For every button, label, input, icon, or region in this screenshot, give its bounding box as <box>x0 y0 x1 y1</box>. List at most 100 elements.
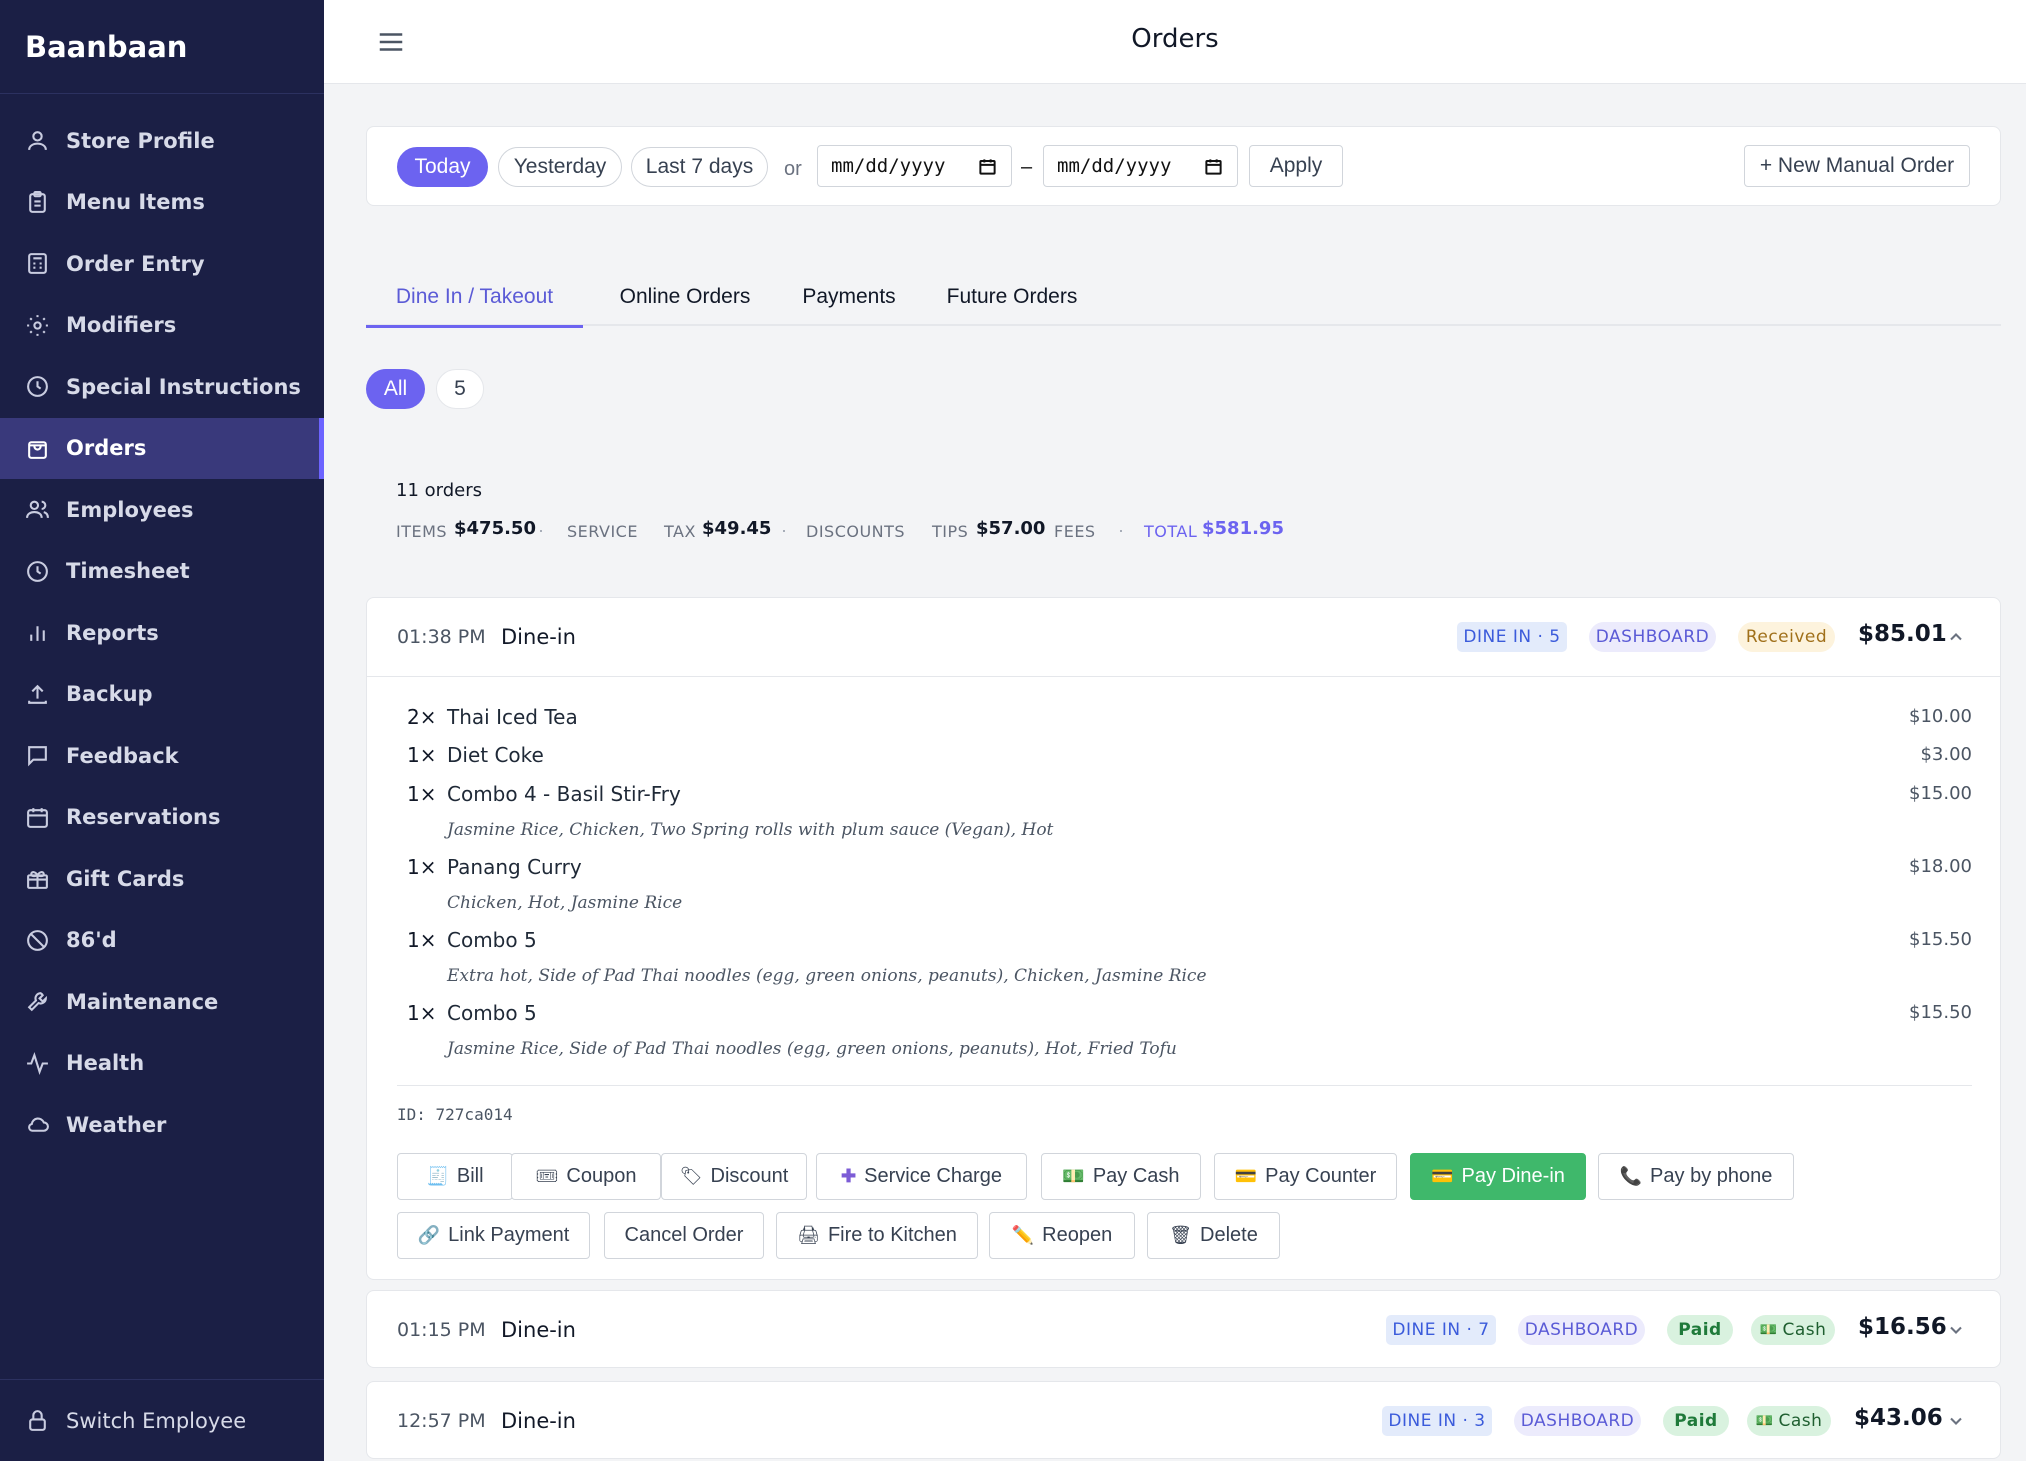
discount-button[interactable]: 🏷 Discount <box>661 1153 807 1200</box>
item-quantity: 1× <box>407 782 437 806</box>
total-label: TOTAL <box>1144 522 1198 541</box>
table-badge: DINE IN · 3 <box>1382 1406 1492 1436</box>
pay-dine-in-button[interactable]: 💳 Pay Dine-in <box>1410 1153 1586 1200</box>
link-payment-button[interactable]: 🔗 Link Payment <box>397 1212 590 1259</box>
sidebar-item-special-instructions[interactable]: Special Instructions <box>0 356 324 418</box>
filter-last-7-days-button[interactable]: Last 7 days <box>631 147 768 187</box>
order-header[interactable]: 12:57 PM Dine-in DINE IN · 3 DASHBOARD P… <box>367 1382 2000 1460</box>
order-time: 12:57 PM <box>397 1410 486 1432</box>
tab-future-orders[interactable]: Future Orders <box>926 268 1098 326</box>
status-badge: Paid <box>1667 1315 1733 1345</box>
fees-label: FEES <box>1054 522 1096 541</box>
cloud-icon <box>28 1117 49 1133</box>
sidebar-item-reservations[interactable]: Reservations <box>0 787 324 849</box>
sidebar-item-employees[interactable]: Employees <box>0 479 324 541</box>
discounts-label: DISCOUNTS <box>806 522 906 541</box>
sidebar-item-store-profile[interactable]: Store Profile <box>0 110 324 172</box>
order-card[interactable]: 12:57 PM Dine-in DINE IN · 3 DASHBOARD P… <box>366 1381 2001 1459</box>
reopen-button[interactable]: ✏️ Reopen <box>989 1212 1135 1259</box>
bill-button[interactable]: 🧾 Bill <box>397 1153 513 1200</box>
payment-method-badge: 💵 Cash <box>1747 1406 1831 1436</box>
date-to-input[interactable]: mm/dd/yyyy <box>1043 145 1238 187</box>
sidebar-item-modifiers[interactable]: Modifiers <box>0 295 324 357</box>
sidebar-nav: Store Profile Menu Items Order Entry Mod… <box>0 110 324 1156</box>
switch-employee-button[interactable]: Switch Employee <box>0 1379 324 1461</box>
date-to-placeholder: mm/dd/yyyy <box>1057 155 1172 177</box>
delete-button[interactable]: 🗑 Delete <box>1147 1212 1280 1259</box>
service-charge-button[interactable]: ✚ Service Charge <box>816 1153 1027 1200</box>
cash-icon: 💵 <box>1755 1413 1774 1429</box>
source-badge: DASHBOARD <box>1518 1315 1645 1345</box>
fire-to-kitchen-button[interactable]: 🖨 Fire to Kitchen <box>776 1212 978 1259</box>
tab-dine-in-takeout[interactable]: Dine In / Takeout <box>366 268 583 328</box>
receipt-icon: 🧾 <box>426 1166 449 1186</box>
clipboard-icon <box>29 190 46 213</box>
cash-icon: 💵 <box>1062 1166 1085 1186</box>
calendar-icon[interactable] <box>1204 157 1223 176</box>
tax-value: $49.45 <box>702 518 772 539</box>
item-name: Diet Coke <box>447 743 544 767</box>
item-quantity: 1× <box>407 928 437 952</box>
sidebar-item-reports[interactable]: Reports <box>0 602 324 664</box>
coupon-label: Coupon <box>566 1165 637 1187</box>
pay-by-phone-button[interactable]: 📞 Pay by phone <box>1598 1153 1794 1200</box>
printer-icon: 🖨 <box>797 1225 820 1245</box>
sidebar-item-health[interactable]: Health <box>0 1033 324 1095</box>
calendar-icon <box>27 807 48 828</box>
payment-method-badge: 💵 Cash <box>1751 1315 1835 1345</box>
order-details: 2× Thai Iced Tea $10.00 1× Diet Coke $3.… <box>367 676 2000 1281</box>
filter-all-button[interactable]: All <box>366 369 425 409</box>
chevron-up-icon[interactable] <box>1946 627 1966 647</box>
item-name: Combo 4 - Basil Stir-Fry <box>447 782 681 806</box>
pay-counter-label: Pay Counter <box>1265 1165 1377 1187</box>
order-header[interactable]: 01:38 PM Dine-in DINE IN · 5 DASHBOARD R… <box>367 598 2000 676</box>
date-range-dash: – <box>1021 156 1033 178</box>
status-badge: Received <box>1738 622 1835 652</box>
date-from-input[interactable]: mm/dd/yyyy <box>817 145 1012 187</box>
apply-button[interactable]: Apply <box>1249 145 1343 187</box>
sidebar-item-maintenance[interactable]: Maintenance <box>0 971 324 1033</box>
tab-online-orders[interactable]: Online Orders <box>600 268 770 326</box>
pay-cash-button[interactable]: 💵 Pay Cash <box>1041 1153 1201 1200</box>
sidebar-item-label: Orders <box>66 436 147 461</box>
sidebar-item-feedback[interactable]: Feedback <box>0 725 324 787</box>
brand-logo: Baanbaan <box>0 0 324 94</box>
chevron-down-icon[interactable] <box>1946 1320 1966 1340</box>
cancel-order-button[interactable]: Cancel Order <box>604 1212 764 1259</box>
filter-table-5-button[interactable]: 5 <box>436 369 484 409</box>
credit-card-icon: 💳 <box>1431 1166 1454 1186</box>
new-manual-order-button[interactable]: + New Manual Order <box>1744 145 1970 187</box>
sidebar-item-label: Feedback <box>66 743 179 768</box>
sidebar-item-order-entry[interactable]: Order Entry <box>0 233 324 295</box>
sidebar-item-orders[interactable]: Orders <box>0 417 324 479</box>
order-card[interactable]: 01:15 PM Dine-in DINE IN · 7 DASHBOARD P… <box>366 1290 2001 1368</box>
calculator-icon <box>28 253 47 275</box>
sidebar-item-menu-items[interactable]: Menu Items <box>0 172 324 234</box>
tab-payments[interactable]: Payments <box>786 268 912 326</box>
divider <box>397 1085 1972 1086</box>
chevron-down-icon[interactable] <box>1946 1411 1966 1431</box>
sidebar-item-backup[interactable]: Backup <box>0 664 324 726</box>
sidebar-item-timesheet[interactable]: Timesheet <box>0 541 324 603</box>
pay-counter-button[interactable]: 💳 Pay Counter <box>1214 1153 1397 1200</box>
sidebar-item-gift-cards[interactable]: Gift Cards <box>0 848 324 910</box>
tax-label: TAX <box>664 522 696 541</box>
order-header[interactable]: 01:15 PM Dine-in DINE IN · 7 DASHBOARD P… <box>367 1291 2000 1369</box>
coupon-button[interactable]: 🎟 Coupon <box>511 1153 661 1200</box>
service-charge-label: Service Charge <box>864 1165 1002 1187</box>
lock-icon <box>29 1410 46 1431</box>
order-id: ID: 727ca014 <box>397 1105 513 1124</box>
filter-today-button[interactable]: Today <box>397 147 488 187</box>
page-title: Orders <box>1131 24 1219 54</box>
orders-summary: 11 orders ITEMS $475.50 · SERVICE TAX $4… <box>396 480 1284 541</box>
separator-dot: · <box>538 520 544 540</box>
sidebar-item-label: Modifiers <box>66 313 177 338</box>
filter-yesterday-button[interactable]: Yesterday <box>498 147 622 187</box>
sidebar-item-86d[interactable]: 86'd <box>0 910 324 972</box>
sidebar-item-label: Order Entry <box>66 251 205 276</box>
item-price: $15.50 <box>1909 929 1972 950</box>
calendar-icon[interactable] <box>978 157 997 176</box>
sidebar-item-weather[interactable]: Weather <box>0 1094 324 1156</box>
order-total: $85.01 <box>1858 621 1947 647</box>
order-tabs: Dine In / Takeout Online Orders Payments… <box>366 268 2001 328</box>
